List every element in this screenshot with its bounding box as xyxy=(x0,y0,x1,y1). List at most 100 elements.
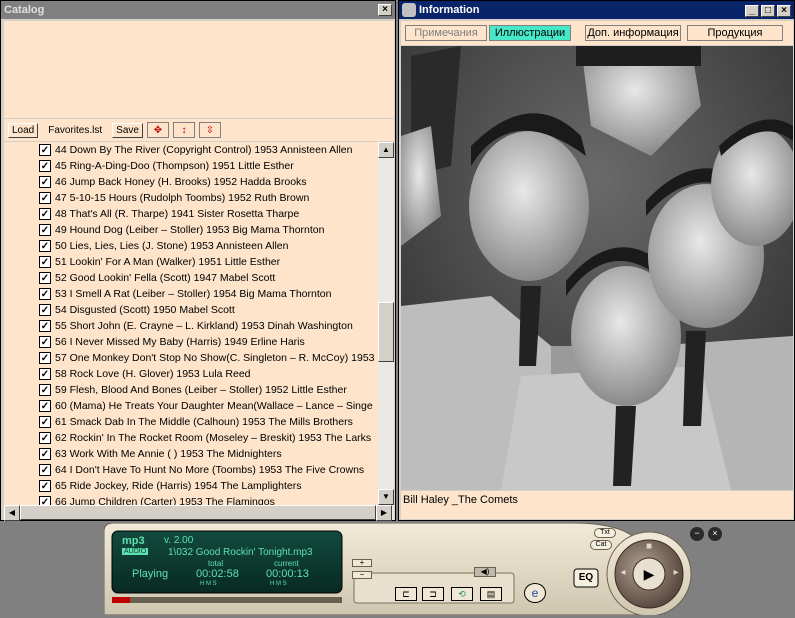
playlist-item[interactable]: ✓ 45 Ring-A-Ding-Doo (Thompson) 1951 Litt… xyxy=(4,158,378,174)
playlist-item[interactable]: ✓ 49 Hound Dog (Leiber – Stoller) 1953 Bi… xyxy=(4,222,378,238)
playlist-item[interactable]: ✓ 47 5-10-15 Hours (Rudolph Toombs) 1952 … xyxy=(4,190,378,206)
checkbox-icon[interactable]: ✓ xyxy=(39,368,51,380)
load-button[interactable]: Load xyxy=(8,122,39,138)
checkbox-icon[interactable]: ✓ xyxy=(39,144,51,156)
volume-down-button[interactable]: − xyxy=(352,571,372,579)
checkbox-icon[interactable]: ✓ xyxy=(39,176,51,188)
checkbox-icon[interactable]: ✓ xyxy=(39,432,51,444)
checkbox-icon[interactable]: ✓ xyxy=(39,320,51,332)
playlist-item[interactable]: ✓ 46 Jump Back Honey (H. Brooks) 1952 Had… xyxy=(4,174,378,190)
next-icon[interactable]: ▸ xyxy=(669,567,683,581)
playlist-item-label: 56 I Never Missed My Baby (Harris) 1949 … xyxy=(55,336,305,348)
maximize-icon[interactable]: □ xyxy=(761,4,775,17)
checkbox-icon[interactable]: ✓ xyxy=(39,272,51,284)
tab-illustrations[interactable]: Иллюстрации xyxy=(489,25,571,41)
txt-button[interactable]: Txt xyxy=(594,528,616,538)
play-status: Playing xyxy=(132,568,169,580)
prev-track-button[interactable]: ⊏ xyxy=(395,587,417,601)
playlist-item[interactable]: ✓ 44 Down By The River (Copyright Control… xyxy=(4,142,378,158)
checkbox-icon[interactable]: ✓ xyxy=(39,240,51,252)
scroll-thumb[interactable] xyxy=(378,302,394,362)
hscroll-thumb[interactable] xyxy=(20,505,376,520)
browser-icon[interactable]: e xyxy=(524,583,546,603)
eq-button[interactable]: EQ xyxy=(574,570,598,586)
speaker-icon[interactable]: ◀) xyxy=(474,567,496,577)
playlist-item[interactable]: ✓ 59 Flesh, Blood And Bones (Leiber – Sto… xyxy=(4,382,378,398)
checkbox-icon[interactable]: ✓ xyxy=(39,352,51,364)
playlist-item[interactable]: ✓ 48 That's All (R. Tharpe) 1941 Sister R… xyxy=(4,206,378,222)
checkbox-icon[interactable]: ✓ xyxy=(39,192,51,204)
checkbox-icon[interactable]: ✓ xyxy=(39,160,51,172)
checkbox-icon[interactable]: ✓ xyxy=(39,416,51,428)
tab-products[interactable]: Продукция xyxy=(687,25,783,41)
move-to-edges-icon[interactable]: ⇳ xyxy=(198,122,221,138)
playlist-item[interactable]: ✓ 66 Jump Children (Carter) 1953 The Flam… xyxy=(4,494,378,505)
playlist-item-label: 44 Down By The River (Copyright Control)… xyxy=(55,144,353,156)
playlist-items: ✓ 44 Down By The River (Copyright Control… xyxy=(4,142,378,505)
minimize-player-icon[interactable]: − xyxy=(690,527,704,541)
playlist-item[interactable]: ✓ 61 Smack Dab In The Middle (Calhoun) 19… xyxy=(4,414,378,430)
checkbox-icon[interactable]: ✓ xyxy=(39,224,51,236)
playlist-item-label: 60 (Mama) He Treats Your Daughter Mean(W… xyxy=(55,400,373,412)
playlist-item[interactable]: ✓ 63 Work With Me Annie ( ) 1953 The Midn… xyxy=(4,446,378,462)
playlist-filename: Favorites.lst xyxy=(48,124,103,136)
move-all-icon[interactable]: ✥ xyxy=(146,122,169,138)
repeat-button[interactable]: ⟲ xyxy=(451,587,473,601)
information-titlebar[interactable]: Information _ □ × xyxy=(399,1,794,19)
tab-notes[interactable]: Примечания xyxy=(405,25,487,41)
scroll-up-icon[interactable]: ▲ xyxy=(378,142,394,158)
checkbox-icon[interactable]: ✓ xyxy=(39,400,51,412)
stop-icon[interactable]: ■ xyxy=(642,541,656,555)
playlist: ✓ 44 Down By The River (Copyright Control… xyxy=(4,142,394,505)
total-label: total xyxy=(208,559,224,568)
playlist-item[interactable]: ✓ 58 Rock Love (H. Glover) 1953 Lula Reed xyxy=(4,366,378,382)
move-up-down-icon[interactable]: ↕ xyxy=(172,122,195,138)
current-time: 00:00:13 xyxy=(266,568,309,580)
playlist-button[interactable]: ▤ xyxy=(480,587,502,601)
playlist-item[interactable]: ✓ 52 Good Lookin' Fella (Scott) 1947 Mabe… xyxy=(4,270,378,286)
playlist-item[interactable]: ✓ 54 Disgusted (Scott) 1950 Mabel Scott xyxy=(4,302,378,318)
checkbox-icon[interactable]: ✓ xyxy=(39,208,51,220)
playlist-item[interactable]: ✓ 65 Ride Jockey, Ride (Harris) 1954 The … xyxy=(4,478,378,494)
close-player-icon[interactable]: × xyxy=(708,527,722,541)
scroll-left-icon[interactable]: ◀ xyxy=(4,505,20,521)
playlist-item[interactable]: ✓ 56 I Never Missed My Baby (Harris) 1949… xyxy=(4,334,378,350)
prev-icon[interactable]: ◂ xyxy=(616,567,630,581)
playlist-item[interactable]: ✓ 64 I Don't Have To Hunt No More (Toombs… xyxy=(4,462,378,478)
scroll-right-icon[interactable]: ▶ xyxy=(376,505,392,521)
playlist-item[interactable]: ✓ 55 Short John (E. Crayne – L. Kirkland)… xyxy=(4,318,378,334)
checkbox-icon[interactable]: ✓ xyxy=(39,256,51,268)
photo-caption: Bill Haley _The Comets xyxy=(401,491,793,519)
playlist-item-label: 55 Short John (E. Crayne – L. Kirkland) … xyxy=(55,320,353,332)
playlist-item-label: 65 Ride Jockey, Ride (Harris) 1954 The L… xyxy=(55,480,302,492)
catalog-titlebar[interactable]: Catalog × xyxy=(1,1,395,19)
volume-up-button[interactable]: + xyxy=(352,559,372,567)
scroll-down-icon[interactable]: ▼ xyxy=(378,489,394,505)
close-icon[interactable]: × xyxy=(777,4,791,17)
checkbox-icon[interactable]: ✓ xyxy=(39,336,51,348)
checkbox-icon[interactable]: ✓ xyxy=(39,288,51,300)
catalog-close-button[interactable]: × xyxy=(378,4,392,16)
checkbox-icon[interactable]: ✓ xyxy=(39,304,51,316)
playlist-horizontal-scrollbar[interactable]: ◀ ▶ xyxy=(4,505,394,521)
playlist-item[interactable]: ✓ 57 One Monkey Don't Stop No Show(C. Sin… xyxy=(4,350,378,366)
checkbox-icon[interactable]: ✓ xyxy=(39,480,51,492)
cat-button[interactable]: Cat xyxy=(590,540,612,550)
playlist-item[interactable]: ✓ 60 (Mama) He Treats Your Daughter Mean(… xyxy=(4,398,378,414)
playlist-item[interactable]: ✓ 51 Lookin' For A Man (Walker) 1951 Litt… xyxy=(4,254,378,270)
checkbox-icon[interactable]: ✓ xyxy=(39,464,51,476)
playlist-vertical-scrollbar[interactable]: ▲ ▼ xyxy=(378,142,394,505)
player-version: v. 2.00 xyxy=(164,535,194,546)
playlist-item[interactable]: ✓ 62 Rockin' In The Rocket Room (Moseley … xyxy=(4,430,378,446)
play-button[interactable]: ▶ xyxy=(635,562,663,586)
checkbox-icon[interactable]: ✓ xyxy=(39,496,51,505)
minimize-icon[interactable]: _ xyxy=(745,4,759,17)
checkbox-icon[interactable]: ✓ xyxy=(39,384,51,396)
tab-extra-info[interactable]: Доп. информация xyxy=(585,25,681,41)
playlist-item-label: 58 Rock Love (H. Glover) 1953 Lula Reed xyxy=(55,368,251,380)
playlist-item[interactable]: ✓ 53 I Smell A Rat (Leiber – Stoller) 195… xyxy=(4,286,378,302)
save-button[interactable]: Save xyxy=(112,122,143,138)
rewind-button[interactable]: ⊐ xyxy=(422,587,444,601)
checkbox-icon[interactable]: ✓ xyxy=(39,448,51,460)
playlist-item[interactable]: ✓ 50 Lies, Lies, Lies (J. Stone) 1953 Ann… xyxy=(4,238,378,254)
